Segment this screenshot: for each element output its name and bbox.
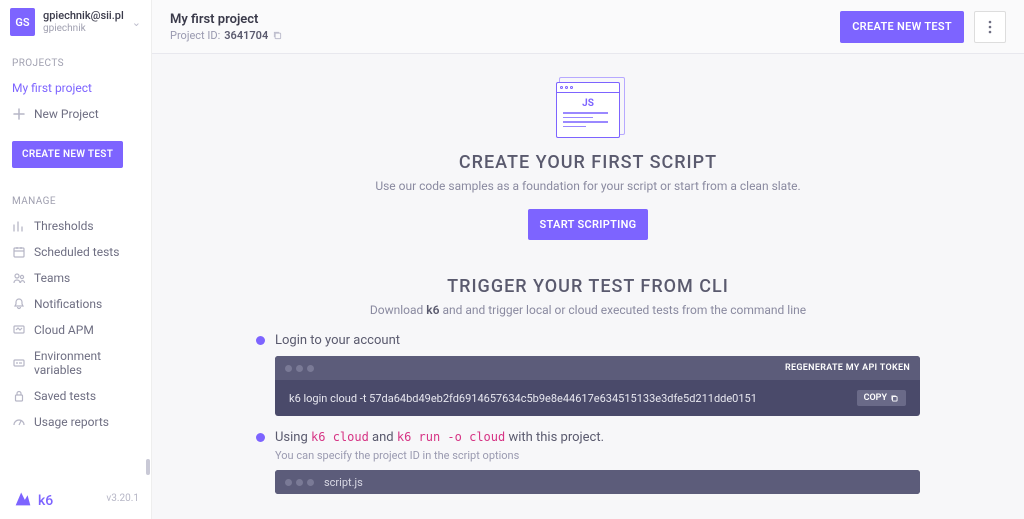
sidebar-item-cloud-apm[interactable]: Cloud APM (0, 317, 151, 343)
version-label: v3.20.1 (106, 493, 139, 504)
project-id-label: Project ID: (170, 29, 220, 42)
content-area: JS CREATE YOUR FIRST SCRIPT Use our code… (152, 54, 1024, 519)
project-id: 3641704 (224, 29, 268, 42)
sidebar-item-scheduled-tests[interactable]: Scheduled tests (0, 239, 151, 265)
empty-subtitle: Use our code samples as a foundation for… (172, 179, 1004, 193)
sidebar-item-thresholds[interactable]: Thresholds (0, 213, 151, 239)
terminal-script: script.js (275, 470, 920, 494)
gauge-icon (12, 415, 26, 429)
bell-icon (12, 297, 26, 311)
calendar-icon (12, 245, 26, 259)
sidebar-item-teams[interactable]: Teams (0, 265, 151, 291)
cli-subtitle: Download k6 and and trigger local or clo… (228, 303, 948, 317)
lock-icon (12, 389, 26, 403)
user-menu[interactable]: GS gpiechnik@sii.pl gpiechnik ⌄ (0, 0, 151, 44)
copy-login-button[interactable]: COPY (857, 390, 906, 406)
sidebar-create-test-button[interactable]: CREATE NEW TEST (12, 141, 123, 168)
sidebar-item-env-vars[interactable]: Environment variables (0, 343, 151, 383)
sidebar-item-saved-tests[interactable]: Saved tests (0, 383, 151, 409)
step2-desc: You can specify the project ID in the sc… (275, 449, 920, 462)
terminal-dots-icon (285, 365, 314, 372)
env-icon (12, 356, 26, 370)
copy-id-icon[interactable] (272, 30, 283, 41)
avatar: GS (10, 8, 35, 36)
terminal-login: REGENERATE MY API TOKEN k6 login cloud -… (275, 356, 920, 416)
step2-title: Using k6 cloud and k6 run -o cloud with … (275, 430, 604, 445)
projects-label: PROJECTS (0, 44, 151, 75)
script-illustration: JS (556, 82, 620, 138)
users-icon (12, 271, 26, 285)
scrollbar-thumb[interactable] (146, 459, 150, 475)
k6-logo[interactable]: k6 (12, 487, 53, 509)
sidebar-item-usage-reports[interactable]: Usage reports (0, 409, 151, 435)
sidebar-item-notifications[interactable]: Notifications (0, 291, 151, 317)
create-test-button[interactable]: CREATE NEW TEST (840, 11, 964, 43)
monitor-icon (12, 323, 26, 337)
terminal-dots-icon (285, 479, 314, 486)
chart-icon (12, 219, 26, 233)
manage-label: MANAGE (0, 182, 151, 213)
cli-title: TRIGGER YOUR TEST FROM CLI (228, 276, 948, 297)
regenerate-token-button[interactable]: REGENERATE MY API TOKEN (785, 363, 910, 373)
sidebar: GS gpiechnik@sii.pl gpiechnik ⌄ PROJECTS… (0, 0, 152, 519)
step-bullet-icon (256, 433, 265, 442)
empty-title: CREATE YOUR FIRST SCRIPT (172, 152, 1004, 173)
step1-title: Login to your account (275, 333, 400, 348)
sidebar-item-new-project[interactable]: New Project (0, 101, 151, 127)
login-command: k6 login cloud -t 57da64bd49eb2fd6914657… (289, 392, 757, 405)
user-name: gpiechnik (43, 23, 124, 34)
start-scripting-button[interactable]: START SCRIPTING (528, 209, 649, 240)
topbar: My first project Project ID: 3641704 CRE… (152, 0, 1024, 54)
plus-icon (12, 107, 26, 121)
more-menu-button[interactable] (974, 11, 1006, 43)
step-bullet-icon (256, 336, 265, 345)
chevron-down-icon: ⌄ (132, 16, 141, 29)
user-email: gpiechnik@sii.pl (43, 10, 124, 22)
sidebar-item-my-first-project[interactable]: My first project (0, 75, 151, 101)
download-k6-link[interactable]: k6 (426, 303, 439, 317)
page-title: My first project (170, 12, 283, 27)
script-filename: script.js (324, 476, 363, 489)
